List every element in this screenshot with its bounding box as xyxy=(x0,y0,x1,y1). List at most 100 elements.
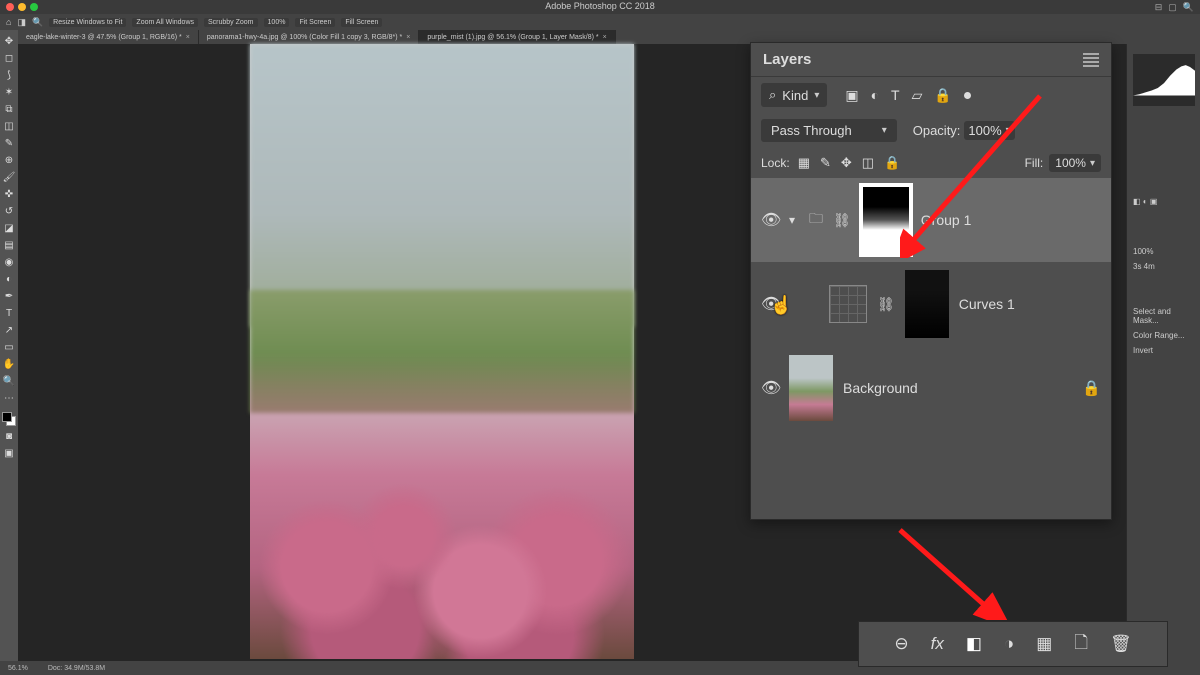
new-layer-icon[interactable]: 🗋 xyxy=(1074,630,1088,659)
blur-tool-icon[interactable]: ◉ xyxy=(2,255,16,269)
panel-icons[interactable]: ◧ ◐ ▣ xyxy=(1127,194,1200,209)
search-icon: ⌕ xyxy=(769,87,776,103)
layer-name[interactable]: Curves 1 xyxy=(959,296,1015,312)
zoom-level[interactable]: 56.1% xyxy=(8,665,28,672)
shape-tool-icon[interactable]: ▭ xyxy=(2,340,16,354)
opacity-label: Opacity: xyxy=(913,123,961,138)
panel-icon[interactable]: ▢ xyxy=(1168,2,1177,13)
dodge-tool-icon[interactable]: ◐ xyxy=(2,272,16,286)
fx-icon[interactable]: fx xyxy=(931,634,944,654)
brush-tool-icon[interactable]: 🖌 xyxy=(2,170,16,184)
visibility-toggle[interactable]: 👁 xyxy=(761,378,779,398)
zoom-tool-icon[interactable]: 🔍 xyxy=(2,374,16,388)
workspace-controls[interactable]: ⊟ ▢ 🔍 xyxy=(1155,2,1194,13)
arrange-icon[interactable]: ◨ xyxy=(17,17,26,28)
visibility-toggle[interactable]: 👁 xyxy=(761,210,779,230)
filter-smart-icon[interactable]: 🔒 xyxy=(934,87,951,104)
new-group-icon[interactable]: ▦ xyxy=(1036,634,1052,654)
titlebar: Adobe Photoshop CC 2018 ⊟ ▢ 🔍 xyxy=(0,0,1200,14)
close-icon[interactable]: × xyxy=(603,34,607,41)
layer-row-background[interactable]: 👁 Background 🔒 xyxy=(751,346,1111,430)
fill-input[interactable]: 100%▾ xyxy=(1049,154,1101,172)
doc-size[interactable]: Doc: 34.9M/53.8M xyxy=(48,665,105,672)
layer-row-group[interactable]: 👁 ▾ 🗀 ⛓ Group 1 xyxy=(751,178,1111,262)
filter-pixel-icon[interactable]: ▣ xyxy=(845,87,858,104)
layer-mask-thumb[interactable] xyxy=(861,185,911,255)
layer-row-curves[interactable]: 👁 ⛓ Curves 1 xyxy=(751,262,1111,346)
panel-menu-icon[interactable] xyxy=(1083,53,1099,67)
doc-tab-active[interactable]: purple_mist (1).jpg @ 56.1% (Group 1, La… xyxy=(419,30,615,44)
blend-mode-select[interactable]: Pass Through▾ xyxy=(761,119,897,142)
screenmode-icon[interactable]: ▣ xyxy=(2,446,16,460)
color-swatch[interactable] xyxy=(2,412,16,426)
rs-btn[interactable]: Color Range... xyxy=(1133,331,1185,340)
lock-pixels-icon[interactable]: ✎ xyxy=(820,155,831,171)
document-canvas[interactable] xyxy=(250,44,634,659)
opt-resize[interactable]: Resize Windows to Fit xyxy=(49,18,126,27)
frame-tool-icon[interactable]: ◫ xyxy=(2,119,16,133)
eraser-tool-icon[interactable]: ◪ xyxy=(2,221,16,235)
layer-name[interactable]: Group 1 xyxy=(921,212,972,228)
opacity-input[interactable]: 100%▾ xyxy=(964,121,1014,140)
lock-label: Lock: xyxy=(761,156,790,170)
filter-type-icon[interactable]: T xyxy=(891,87,900,103)
history-brush-icon[interactable]: ↺ xyxy=(2,204,16,218)
adjustment-thumb[interactable] xyxy=(829,285,867,323)
lock-transparent-icon[interactable]: ▦ xyxy=(798,155,810,171)
lock-all-icon[interactable]: 🔒 xyxy=(884,155,900,171)
layer-filter-kind[interactable]: ⌕ Kind ▾ xyxy=(761,83,827,107)
options-bar: ⌂ ◨ 🔍 Resize Windows to Fit Zoom All Win… xyxy=(0,14,1200,30)
close-icon[interactable]: × xyxy=(186,34,190,41)
lock-artboard-icon[interactable]: ◫ xyxy=(862,155,874,171)
layers-panel: Layers ⌕ Kind ▾ ▣ ◐ T ▱ 🔒 Pass Through▾ … xyxy=(750,42,1112,520)
chevron-down-icon: ▾ xyxy=(882,125,887,136)
crop-tool-icon[interactable]: ⧉ xyxy=(2,102,16,116)
minimize-icon[interactable]: ⊟ xyxy=(1155,2,1163,13)
marquee-tool-icon[interactable]: ◻ xyxy=(2,51,16,65)
layer-thumb[interactable] xyxy=(789,355,833,421)
add-mask-icon[interactable]: ◧ xyxy=(966,634,982,654)
lock-icon[interactable]: 🔒 xyxy=(1082,379,1101,397)
adjustment-layer-icon[interactable]: ◑ xyxy=(1004,634,1014,654)
filter-adjust-icon[interactable]: ◐ xyxy=(871,87,879,103)
healing-tool-icon[interactable]: ⊕ xyxy=(2,153,16,167)
edit-toolbar-icon[interactable]: ⋯ xyxy=(2,391,16,405)
close-icon[interactable]: × xyxy=(406,34,410,41)
eyedropper-tool-icon[interactable]: ✎ xyxy=(2,136,16,150)
opt-fill[interactable]: Fill Screen xyxy=(341,18,382,27)
layer-mask-thumb[interactable] xyxy=(905,270,949,338)
opt-fit[interactable]: Fit Screen xyxy=(295,18,335,27)
quickmask-icon[interactable]: ◙ xyxy=(2,429,16,443)
rs-btn[interactable]: Select and Mask... xyxy=(1133,307,1195,325)
filter-shape-icon[interactable]: ▱ xyxy=(912,87,923,104)
histogram[interactable] xyxy=(1133,54,1195,106)
zoom-tool-icon[interactable]: 🔍 xyxy=(32,17,43,28)
layer-name[interactable]: Background xyxy=(843,380,918,396)
gradient-tool-icon[interactable]: ▤ xyxy=(2,238,16,252)
home-icon[interactable]: ⌂ xyxy=(6,17,11,27)
rs-btn[interactable]: Invert xyxy=(1133,346,1153,355)
stamp-tool-icon[interactable]: ✜ xyxy=(2,187,16,201)
pen-tool-icon[interactable]: ✒ xyxy=(2,289,16,303)
move-tool-icon[interactable]: ✥ xyxy=(2,34,16,48)
doc-tab[interactable]: panorama1-hwy-4a.jpg @ 100% (Color Fill … xyxy=(199,30,420,44)
doc-tab[interactable]: eagle-lake-winter-3 @ 47.5% (Group 1, RG… xyxy=(18,30,199,44)
disclosure-icon[interactable]: ▾ xyxy=(789,213,799,227)
opt-scrubby[interactable]: Scrubby Zoom xyxy=(204,18,258,27)
link-layers-icon[interactable]: ⊖ xyxy=(894,634,908,654)
quick-select-tool-icon[interactable]: ✶ xyxy=(2,85,16,99)
hand-tool-icon[interactable]: ✋ xyxy=(2,357,16,371)
opt-100[interactable]: 100% xyxy=(264,18,290,27)
opt-zoom-all[interactable]: Zoom All Windows xyxy=(132,18,198,27)
link-icon[interactable]: ⛓ xyxy=(833,212,851,229)
right-panels: ◧ ◐ ▣ 100% 3s 4m Select and Mask... Colo… xyxy=(1126,44,1200,661)
lock-position-icon[interactable]: ✥ xyxy=(841,155,852,171)
lasso-tool-icon[interactable]: ⟆ xyxy=(2,68,16,82)
search-icon[interactable]: 🔍 xyxy=(1183,2,1194,13)
type-tool-icon[interactable]: T xyxy=(2,306,16,320)
delete-layer-icon[interactable]: 🗑 xyxy=(1110,634,1132,654)
link-icon[interactable]: ⛓ xyxy=(877,296,895,313)
path-tool-icon[interactable]: ↗ xyxy=(2,323,16,337)
layers-list: 👁 ▾ 🗀 ⛓ Group 1 👁 ⛓ Curves 1 👁 Backgroun… xyxy=(751,178,1111,430)
filter-toggle[interactable] xyxy=(964,92,971,99)
